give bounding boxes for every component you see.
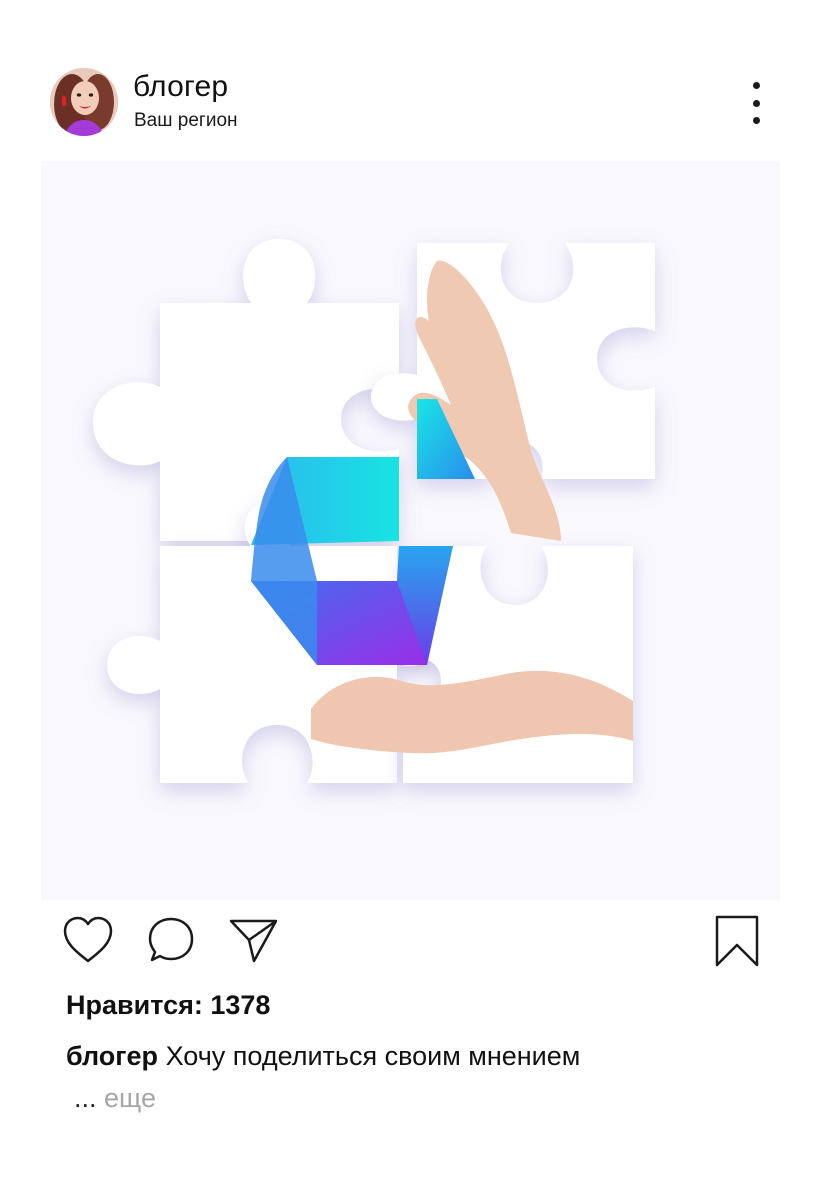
likes-count: 1378 xyxy=(210,990,271,1020)
location-label[interactable]: Ваш регион xyxy=(134,110,238,132)
likes-count-row[interactable]: Нравится: 1378 xyxy=(66,990,270,1021)
comment-button[interactable] xyxy=(146,915,196,965)
bookmark-icon xyxy=(715,915,759,967)
user-avatar-icon xyxy=(50,68,118,136)
menu-dot xyxy=(752,99,760,107)
avatar[interactable] xyxy=(50,68,118,136)
caption-username[interactable]: блогер xyxy=(66,1041,158,1071)
save-button[interactable] xyxy=(713,914,761,968)
heart-icon xyxy=(63,916,113,963)
username[interactable]: блогер xyxy=(133,70,228,104)
paper-plane-icon xyxy=(229,919,278,963)
comment-bubble-icon xyxy=(148,917,194,962)
menu-dot xyxy=(752,117,760,124)
puzzle-illustration xyxy=(93,239,655,783)
more-vertical-icon[interactable] xyxy=(742,82,770,124)
menu-dot xyxy=(752,82,760,89)
caption-ellipsis: ... xyxy=(74,1083,97,1113)
show-more-link[interactable]: еще xyxy=(104,1083,156,1113)
post-image[interactable] xyxy=(41,161,780,900)
likes-label: Нравится: xyxy=(66,990,203,1020)
like-button[interactable] xyxy=(61,915,115,965)
caption-more-row: ... еще xyxy=(74,1083,156,1114)
share-button[interactable] xyxy=(228,915,280,965)
post-card: блогер Ваш регион Нравится: 1378 блогер … xyxy=(0,0,815,1195)
caption-text: Хочу поделиться своим мнением xyxy=(165,1041,581,1071)
post-caption: блогер Хочу поделиться своим мнением xyxy=(66,1041,580,1072)
